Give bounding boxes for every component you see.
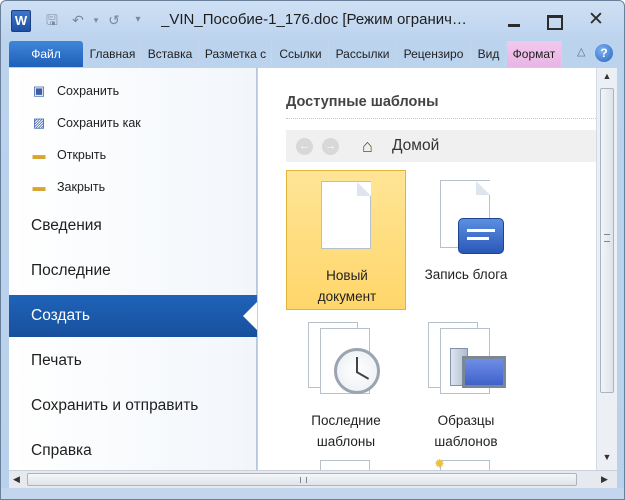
scroll-down-icon[interactable]: ▼ <box>600 452 614 466</box>
clock-icon <box>334 348 380 394</box>
template-label-line1: Образцы <box>437 413 495 428</box>
template-blank-document[interactable]: Новый документ <box>286 170 406 310</box>
cmd-open-label: Открыть <box>57 148 107 162</box>
scroll-grip <box>604 234 610 242</box>
cmd-recent[interactable]: Последние <box>9 250 257 292</box>
minimize-button[interactable] <box>501 9 527 31</box>
template-label-line1: Запись блога <box>424 267 508 282</box>
maximize-button[interactable] <box>541 9 567 31</box>
tab-file[interactable]: Файл <box>9 41 83 67</box>
template-samples[interactable]: Образцы шаблонов <box>406 316 526 456</box>
close-button[interactable]: ✕ <box>583 9 609 31</box>
word-app-icon[interactable]: W <box>11 10 31 32</box>
open-folder-icon: ▬ <box>32 147 46 162</box>
cmd-new[interactable]: Создать <box>9 295 257 337</box>
tab-mailings[interactable]: Рассылки <box>330 41 396 67</box>
hscroll-thumb[interactable] <box>27 473 577 486</box>
template-label-line2: шаблоны <box>316 434 376 449</box>
tab-review[interactable]: Рецензиро <box>397 41 471 67</box>
horizontal-scrollbar[interactable]: ◀ ▶ <box>9 470 617 488</box>
template-recent[interactable]: Последние шаблоны <box>286 316 406 456</box>
templates-pane: Доступные шаблоны ← → ⌂ Домой Новый доку… <box>258 68 596 470</box>
save-as-icon: ▨ <box>32 115 46 130</box>
template-blog-post[interactable]: Запись блога <box>406 170 526 310</box>
undo-dropdown-icon[interactable]: ▾ <box>87 11 105 29</box>
template-label-line2: шаблонов <box>434 434 498 449</box>
tab-view[interactable]: Вид <box>472 41 506 67</box>
tab-page-layout[interactable]: Разметка с <box>200 41 272 67</box>
tab-format[interactable]: Формат <box>507 41 562 67</box>
cmd-save-and-send[interactable]: Сохранить и отправить <box>9 385 257 427</box>
partial-template-icon <box>320 460 370 470</box>
status-bar <box>1 488 624 499</box>
close-folder-icon: ▬ <box>32 179 46 194</box>
word-window: W 🖫 ↶ ▾ ↺ ▾ _VIN_Пособие-1_176.doc [Режи… <box>0 0 625 500</box>
hscroll-grip <box>300 477 307 483</box>
cmd-save-label: Сохранить <box>57 84 120 98</box>
ribbon-collapse-icon[interactable]: △ <box>577 45 585 58</box>
cmd-info[interactable]: Сведения <box>9 205 257 247</box>
template-label-line1: Последние <box>311 413 381 428</box>
redo-icon[interactable]: ↺ <box>105 11 123 29</box>
window-title: _VIN_Пособие-1_176.doc [Режим огранич… <box>161 11 467 28</box>
speech-bubble-icon <box>458 218 504 254</box>
forward-arrow-icon[interactable]: → <box>322 138 339 155</box>
tab-home[interactable]: Главная <box>85 41 141 67</box>
scroll-right-icon[interactable]: ▶ <box>601 474 608 485</box>
section-divider <box>286 118 596 119</box>
scroll-up-icon[interactable]: ▲ <box>600 71 614 85</box>
customize-qat-icon[interactable]: ▾ <box>129 11 147 29</box>
cmd-close[interactable]: ▬ Закрыть <box>31 176 106 198</box>
template-label-line1: Новый <box>326 268 368 283</box>
cmd-save[interactable]: ▣ Сохранить <box>31 80 119 102</box>
template-label-line2: документ <box>317 289 377 304</box>
section-title: Доступные шаблоны <box>286 94 439 110</box>
tab-insert[interactable]: Вставка <box>142 41 199 67</box>
undo-icon[interactable]: ↶ <box>69 11 87 29</box>
cmd-save-as-label: Сохранить как <box>57 116 141 130</box>
help-icon[interactable]: ? <box>595 44 613 62</box>
cmd-save-as[interactable]: ▨ Сохранить как <box>31 112 141 134</box>
backstage-nav: ▣ Сохранить ▨ Сохранить как ▬ Открыть ▬ … <box>9 68 257 470</box>
partial-template-icon <box>440 460 490 470</box>
home-icon[interactable]: ⌂ <box>362 136 373 157</box>
vertical-scrollbar[interactable]: ▲ ▼ <box>596 68 617 470</box>
title-bar: W 🖫 ↶ ▾ ↺ ▾ _VIN_Пособие-1_176.doc [Режи… <box>1 1 624 39</box>
cmd-open[interactable]: ▬ Открыть <box>31 144 107 166</box>
template-navbar: ← → ⌂ Домой <box>286 130 596 162</box>
cmd-help[interactable]: Справка <box>9 430 257 472</box>
sparkle-icon: ✹ <box>434 456 445 470</box>
page-fold <box>476 181 490 195</box>
back-arrow-icon[interactable]: ← <box>296 138 313 155</box>
tab-references[interactable]: Ссылки <box>273 41 329 67</box>
scroll-left-icon[interactable]: ◀ <box>13 474 20 485</box>
cmd-print[interactable]: Печать <box>9 340 257 382</box>
cmd-close-label: Закрыть <box>57 180 106 194</box>
scroll-thumb[interactable] <box>600 88 614 393</box>
save-icon[interactable]: 🖫 <box>43 11 61 29</box>
location-label[interactable]: Домой <box>392 137 439 155</box>
ribbon-tabs: Файл Главная Вставка Разметка с Ссылки Р… <box>9 39 617 67</box>
page-fold <box>357 182 371 196</box>
monitor-icon <box>462 356 506 388</box>
save-icon: ▣ <box>32 83 46 98</box>
